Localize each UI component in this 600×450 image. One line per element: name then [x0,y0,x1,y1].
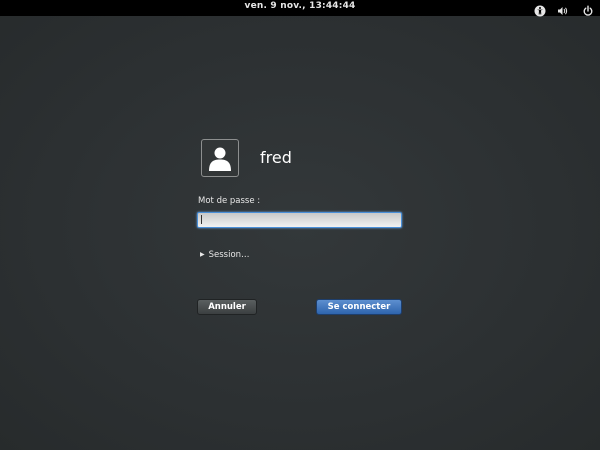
connect-button[interactable]: Se connecter [316,299,402,315]
text-cursor [201,215,202,224]
password-field[interactable] [197,212,402,228]
triangle-right-icon: ▶ [200,251,205,258]
password-field-wrapper [197,212,402,228]
volume-icon[interactable] [557,2,569,15]
user-icon [209,147,231,171]
power-icon[interactable] [582,2,594,16]
accessibility-icon[interactable] [534,2,546,17]
top-panel: ven. 9 nov., 13:44:44 [0,0,600,17]
password-label: Mot de passe : [198,196,261,206]
cancel-button[interactable]: Annuler [197,299,257,315]
username-label: fred [260,148,292,167]
clock[interactable]: ven. 9 nov., 13:44:44 [0,1,600,11]
avatar [201,139,239,177]
session-expander[interactable]: ▶ Session… [200,250,250,260]
login-screen: ven. 9 nov., 13:44:44 fred Mot de passe … [0,0,600,450]
session-label: Session… [208,250,250,260]
